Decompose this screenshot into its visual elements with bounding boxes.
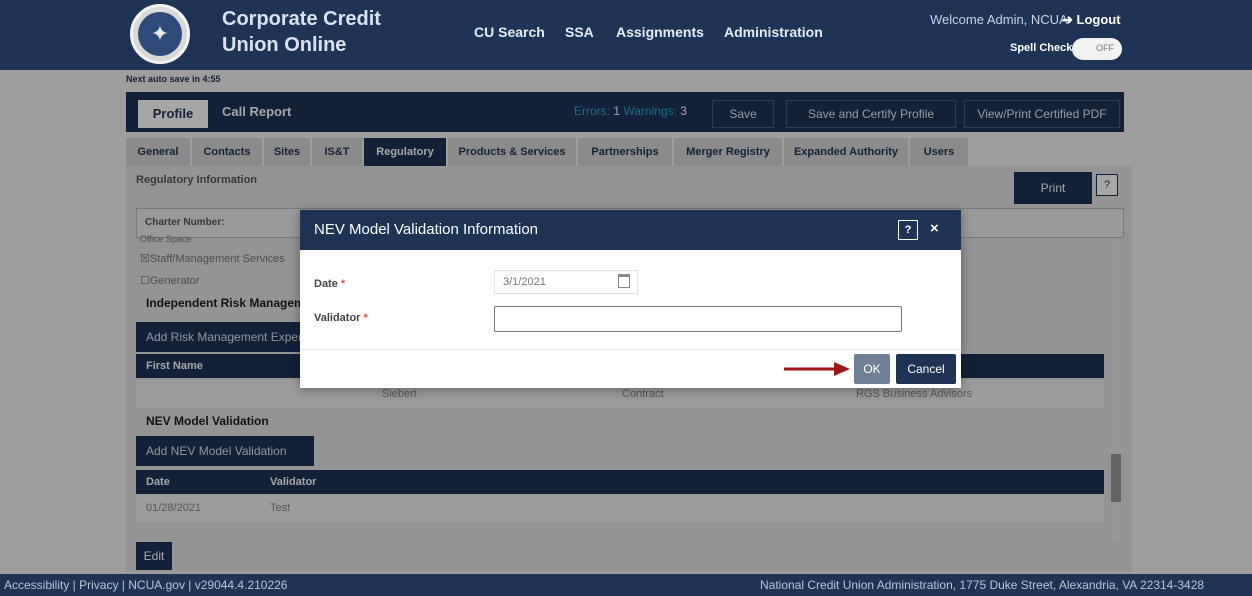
footer-address: National Credit Union Administration, 17… bbox=[760, 578, 1205, 592]
dialog-header: NEV Model Validation Information ? × bbox=[300, 210, 961, 250]
validator-label: Validator * bbox=[314, 312, 368, 324]
dialog-title: NEV Model Validation Information bbox=[314, 221, 539, 238]
calendar-icon[interactable] bbox=[618, 274, 630, 288]
required-marker: * bbox=[340, 278, 346, 290]
validator-field[interactable] bbox=[494, 306, 902, 332]
app-title: Corporate Credit Union Online bbox=[222, 6, 402, 58]
nav-cu-search[interactable]: CU Search bbox=[474, 24, 545, 40]
annotation-arrow-icon bbox=[784, 362, 850, 376]
app-title-line2: Union Online bbox=[222, 34, 347, 56]
nav-administration[interactable]: Administration bbox=[724, 24, 823, 40]
ok-button[interactable]: OK bbox=[854, 354, 890, 384]
app-title-line1: Corporate Credit bbox=[222, 8, 381, 30]
spell-check-label: Spell Check bbox=[1010, 42, 1073, 54]
date-field[interactable]: 3/1/2021 bbox=[494, 270, 638, 294]
logout-label: Logout bbox=[1076, 12, 1121, 27]
nav-ssa[interactable]: SSA bbox=[565, 24, 594, 40]
cancel-button[interactable]: Cancel bbox=[896, 354, 956, 384]
close-icon[interactable]: × bbox=[930, 220, 939, 237]
top-header: ✦ Corporate Credit Union Online CU Searc… bbox=[0, 0, 1252, 70]
logout-icon: ➜ bbox=[1062, 12, 1077, 27]
dialog-divider bbox=[300, 349, 961, 350]
spell-check-state: OFF bbox=[1096, 43, 1114, 53]
nav-assignments[interactable]: Assignments bbox=[616, 24, 704, 40]
ncua-seal-logo: ✦ bbox=[130, 4, 190, 64]
logout-link[interactable]: ➜ Logout bbox=[1062, 12, 1121, 28]
dialog-help-icon[interactable]: ? bbox=[898, 220, 918, 240]
nev-validation-dialog: NEV Model Validation Information ? × Dat… bbox=[300, 210, 961, 388]
footer: Accessibility | Privacy | NCUA.gov | v29… bbox=[0, 574, 1252, 596]
date-label: Date * bbox=[314, 278, 346, 290]
required-marker: * bbox=[363, 312, 368, 324]
welcome-text: Welcome Admin, NCUA bbox=[930, 12, 1068, 27]
spell-check-toggle[interactable]: OFF bbox=[1072, 38, 1122, 60]
eagle-icon: ✦ bbox=[138, 12, 182, 56]
footer-links[interactable]: Accessibility | Privacy | NCUA.gov | v29… bbox=[4, 578, 287, 592]
